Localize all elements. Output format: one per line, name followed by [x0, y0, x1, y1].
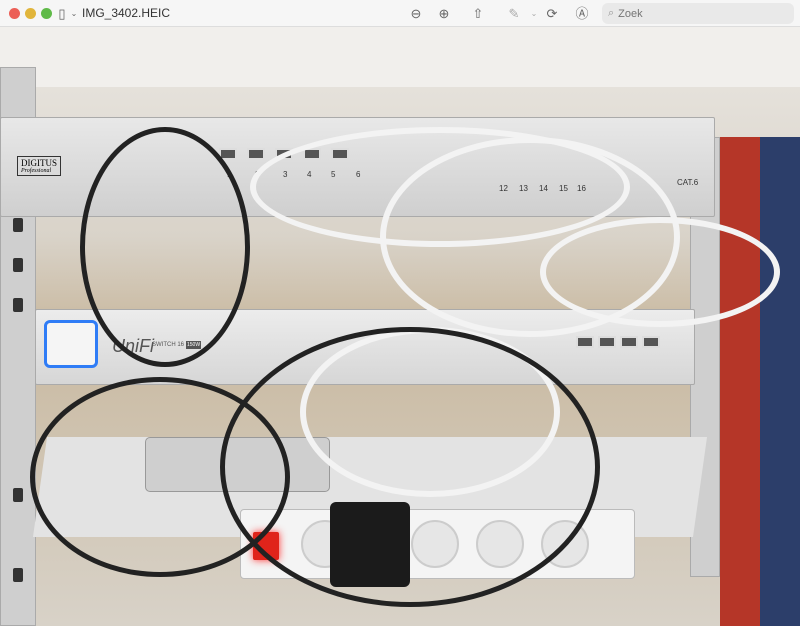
photo-image: DIGITUS Professional 123456 12 13 14 15 16 C… [0, 27, 800, 626]
window-title: IMG_3402.HEIC [82, 6, 171, 20]
search-icon: ⌕ [608, 7, 615, 19]
cabinet-top [0, 27, 800, 87]
switch-status-led [44, 320, 98, 368]
search-input[interactable] [618, 7, 779, 20]
zoom-out-icon[interactable]: ⊖ [408, 6, 424, 22]
toolbar: ▯ ⌄ IMG_3402.HEIC ⊖ ⊕ ⇧ ✎ ⌄ ⟳ Ⓐ ⌕ [0, 0, 800, 27]
zoom-in-icon[interactable]: ⊕ [436, 6, 452, 22]
share-icon[interactable]: ⇧ [470, 6, 486, 22]
chevron-down-icon[interactable]: ⌄ [526, 6, 542, 22]
markup-pen-icon[interactable]: ✎ [506, 6, 522, 22]
rotate-icon[interactable]: ⟳ [544, 6, 560, 22]
chevron-down-icon[interactable]: ⌄ [66, 6, 82, 22]
search-field[interactable]: ⌕ [602, 3, 794, 24]
minimize-button[interactable] [25, 8, 36, 19]
patch-panel-brand: DIGITUS [21, 158, 57, 168]
blue-pipe [760, 137, 800, 626]
close-button[interactable] [9, 8, 20, 19]
maximize-button[interactable] [41, 8, 52, 19]
annotate-icon[interactable]: Ⓐ [574, 6, 590, 22]
